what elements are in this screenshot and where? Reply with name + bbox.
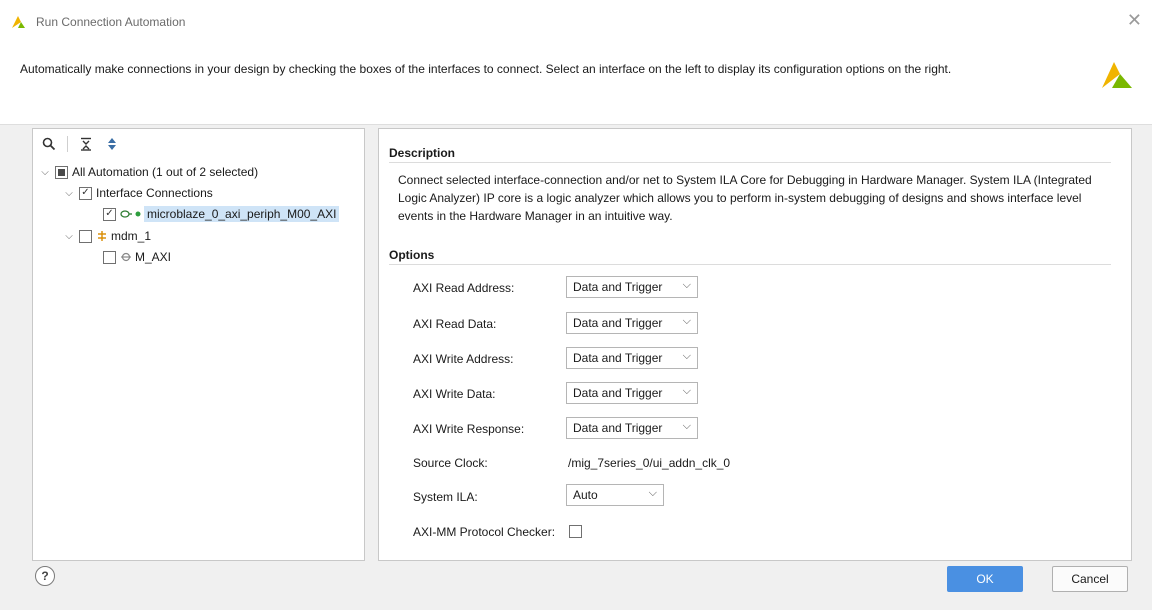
window-title: Run Connection Automation <box>36 15 186 29</box>
source-clock-value: /mig_7series_0/ui_addn_clk_0 <box>568 456 731 470</box>
help-button[interactable]: ? <box>35 566 55 586</box>
tree-item-label: M_AXI <box>135 250 172 264</box>
ok-button[interactable]: OK <box>947 566 1023 592</box>
select-value: Data and Trigger <box>573 351 663 365</box>
system-ila-select[interactable]: Auto ⌵ <box>566 484 664 506</box>
system-ila-label: System ILA: <box>413 490 478 504</box>
cancel-button[interactable]: Cancel <box>1052 566 1128 592</box>
tree-checkbox-all[interactable] <box>55 165 68 179</box>
description-text: Connect selected interface-connection an… <box>398 173 1092 223</box>
tree-item-interface-connections[interactable]: ⌵ ✓ Interface Connections <box>63 183 213 203</box>
select-value: Data and Trigger <box>573 421 663 435</box>
vivado-brand-icon <box>1102 62 1132 88</box>
vivado-logo-icon <box>12 16 25 28</box>
chevron-down-icon: ⌵ <box>682 315 691 327</box>
description-heading: Description <box>389 146 456 160</box>
tree-item-microblaze-axi[interactable]: ✓ microblaze_0_axi_periph_M00_AXI <box>103 204 340 224</box>
axi-write-address-select[interactable]: Data and Trigger ⌵ <box>566 347 698 369</box>
tree-item-mdm[interactable]: ⌵ mdm_1 <box>63 226 151 246</box>
protocol-checker-label: AXI-MM Protocol Checker: <box>413 525 556 539</box>
options-heading: Options <box>389 248 435 262</box>
axi-write-data-select[interactable]: Data and Trigger ⌵ <box>566 382 698 404</box>
tree-item-all-automation[interactable]: ⌵ All Automation (1 out of 2 selected) <box>39 162 258 182</box>
tree-item-label: mdm_1 <box>111 229 152 243</box>
tree-item-label: All Automation (1 out of 2 selected) <box>72 165 259 179</box>
tree-item-label: microblaze_0_axi_periph_M00_AXI <box>144 206 340 222</box>
close-icon[interactable]: ✕ <box>1127 10 1142 31</box>
status-dot-icon <box>135 211 141 217</box>
bus-port-icon <box>121 252 131 262</box>
axi-write-address-label: AXI Write Address: <box>413 352 514 366</box>
axi-write-response-label: AXI Write Response: <box>413 422 525 436</box>
chevron-down-icon: ⌵ <box>648 487 657 499</box>
select-value: Data and Trigger <box>573 280 663 294</box>
tree-checkbox-mdm[interactable] <box>79 229 92 243</box>
tree-checkbox-m-axi[interactable] <box>103 250 116 264</box>
toolbar-divider <box>67 136 68 152</box>
tree-item-label: Interface Connections <box>96 186 213 200</box>
select-value: Auto <box>573 488 598 502</box>
help-icon: ? <box>41 569 49 583</box>
chevron-down-icon: ⌵ <box>682 279 691 291</box>
select-value: Data and Trigger <box>573 386 663 400</box>
source-clock-label: Source Clock: <box>413 456 488 470</box>
chevron-down-icon: ⌵ <box>682 385 691 397</box>
bus-interface-icon <box>120 210 132 218</box>
chevron-down-icon: ⌵ <box>682 420 691 432</box>
tree-toolbar <box>41 135 120 153</box>
automation-tree-panel: ⌵ All Automation (1 out of 2 selected) ⌵… <box>32 128 365 561</box>
chevron-down-icon[interactable]: ⌵ <box>63 187 75 199</box>
axi-write-response-select[interactable]: Data and Trigger ⌵ <box>566 417 698 439</box>
ip-block-icon <box>98 231 106 241</box>
axi-read-data-select[interactable]: Data and Trigger ⌵ <box>566 312 698 334</box>
tree-item-m-axi[interactable]: M_AXI <box>103 247 171 267</box>
axi-write-data-label: AXI Write Data: <box>413 387 496 401</box>
chevron-down-icon[interactable]: ⌵ <box>39 166 51 178</box>
axi-read-address-label: AXI Read Address: <box>413 281 515 295</box>
tree-checkbox-interface-connections[interactable]: ✓ <box>79 186 92 200</box>
tree-checkbox-microblaze-axi[interactable]: ✓ <box>103 207 116 221</box>
description-divider <box>389 162 1111 163</box>
instruction-text: Automatically make connections in your d… <box>20 62 952 76</box>
collapse-all-icon[interactable] <box>78 136 94 152</box>
options-divider <box>389 264 1111 265</box>
chevron-down-icon: ⌵ <box>682 350 691 362</box>
configuration-panel: Description Connect selected interface-c… <box>378 128 1132 561</box>
expand-all-icon[interactable] <box>104 136 120 152</box>
chevron-down-icon[interactable]: ⌵ <box>63 230 75 242</box>
protocol-checker-checkbox[interactable] <box>569 525 582 538</box>
axi-read-data-label: AXI Read Data: <box>413 317 497 331</box>
select-value: Data and Trigger <box>573 316 663 330</box>
search-icon[interactable] <box>41 136 57 152</box>
axi-read-address-select[interactable]: Data and Trigger ⌵ <box>566 276 698 298</box>
title-bar: Run Connection Automation ✕ <box>0 0 1152 44</box>
instruction-banner: Automatically make connections in your d… <box>0 44 1152 125</box>
